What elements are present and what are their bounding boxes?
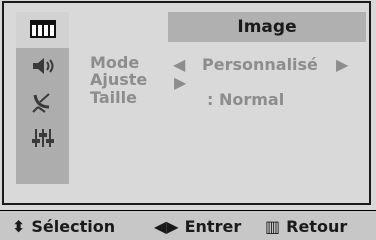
menu-button-icon: ▥ (265, 217, 281, 236)
taille-value[interactable]: : Normal (207, 90, 284, 109)
equalizer-sliders-icon (29, 126, 57, 150)
mode-right-arrow-icon[interactable]: ▶ (336, 55, 348, 74)
menu-item-empty (16, 156, 69, 184)
up-down-arrow-icon: ⬍ (12, 217, 26, 236)
tv-grid-icon (29, 19, 57, 41)
taille-label: Taille (90, 88, 137, 107)
footer-back-label: Retour (286, 217, 348, 236)
footer-enter-label: Entrer (184, 217, 242, 236)
menu-item-image[interactable] (16, 12, 69, 48)
menu-item-channel[interactable] (16, 84, 69, 120)
tv-osd-screen: Image Mode Ajuste Taille ◀ Personnalisé … (0, 0, 376, 240)
left-right-arrow-icon: ◀▶ (154, 217, 179, 236)
menu-item-setup[interactable] (16, 120, 69, 156)
mode-label: Mode (90, 53, 140, 72)
menu-title: Image (237, 17, 297, 37)
footer-select: ⬍ Sélection (12, 217, 115, 236)
satellite-dish-icon (29, 91, 57, 113)
mode-left-arrow-icon[interactable]: ◀ (173, 55, 185, 74)
ajuste-arrow-icon[interactable]: ▶ (174, 73, 186, 92)
menu-item-sound[interactable] (16, 48, 69, 84)
mode-value[interactable]: Personnalisé (202, 55, 318, 74)
speaker-icon (29, 55, 57, 77)
menu-icons-column (16, 12, 69, 184)
menu-title-bar: Image (168, 12, 366, 42)
footer-select-label: Sélection (31, 217, 116, 236)
footer-enter: ◀▶ Entrer (154, 217, 241, 236)
footer-back: ▥ Retour (265, 217, 347, 236)
ajuste-label: Ajuste (90, 70, 148, 89)
